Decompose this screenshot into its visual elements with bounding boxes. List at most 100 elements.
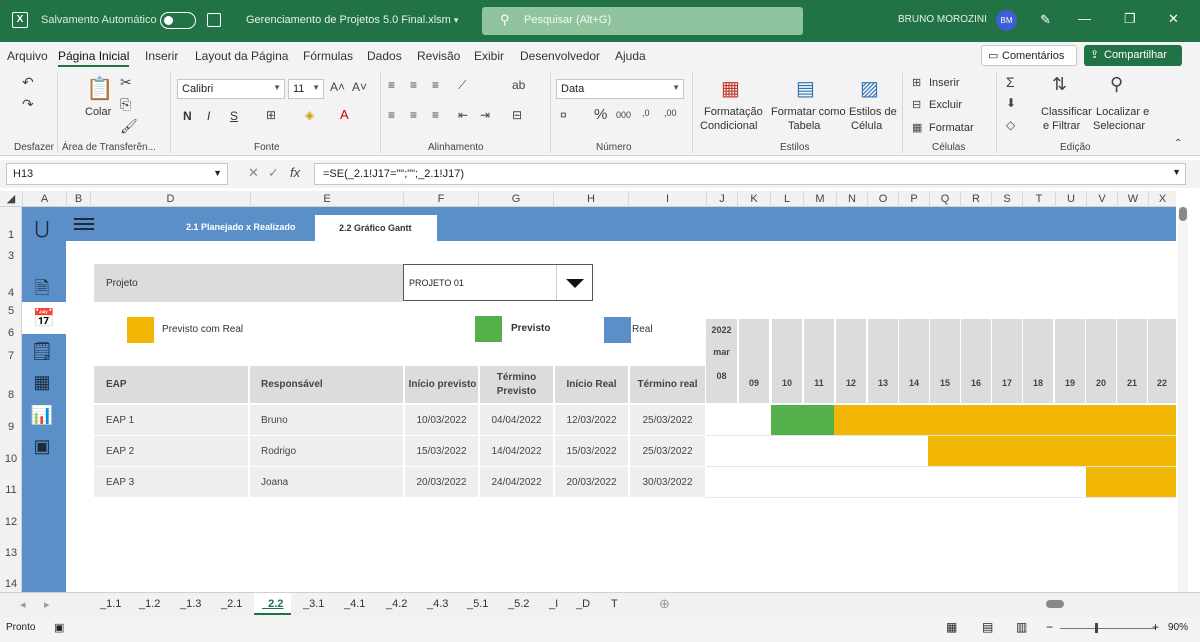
row-header[interactable]: 14 (0, 578, 22, 590)
bold-button[interactable]: N (183, 109, 192, 123)
cell-end-real[interactable]: 25/03/2022 (630, 404, 705, 435)
increase-indent-icon[interactable]: ⇥ (480, 108, 490, 122)
font-name-select[interactable]: Calibri ▼ (177, 79, 285, 99)
tab-exibir[interactable]: Exibir (474, 49, 504, 63)
column-header[interactable]: E (250, 191, 403, 207)
sheet-tab[interactable]: T (611, 598, 618, 610)
cell-start-real[interactable]: 20/03/2022 (555, 466, 628, 497)
column-header[interactable]: P (898, 191, 929, 207)
normal-view-icon[interactable]: ▦ (946, 620, 957, 634)
column-header[interactable]: G (478, 191, 553, 207)
conditional-format-label-1[interactable]: Formatação (704, 106, 763, 118)
cancel-icon[interactable]: ✕ (248, 165, 259, 181)
horizontal-scrollbar[interactable] (1038, 600, 1158, 608)
cell-styles-label-2[interactable]: Célula (851, 120, 882, 132)
cell-start-planned[interactable]: 15/03/2022 (405, 435, 478, 466)
align-right-icon[interactable]: ≡ (432, 108, 439, 122)
pen-icon[interactable]: ✎ (1040, 12, 1051, 28)
sheet-tab[interactable]: _4.2 (386, 598, 407, 610)
align-center-icon[interactable]: ≡ (410, 108, 417, 122)
scroll-tabs-right-icon[interactable]: ▸ (44, 598, 50, 611)
share-button[interactable]: ⇪ Compartilhar (1084, 45, 1182, 66)
cell-start-real[interactable]: 15/03/2022 (555, 435, 628, 466)
delete-cells-icon[interactable]: ⊟ (912, 98, 921, 111)
save-icon[interactable] (207, 13, 221, 27)
row-header[interactable]: 11 (0, 484, 22, 496)
document-edit-icon[interactable]: 🗎 (29, 275, 55, 301)
merge-center-icon[interactable]: ⊟ (512, 108, 522, 122)
align-bottom-icon[interactable]: ≡ (432, 78, 439, 92)
row-header[interactable]: 12 (0, 516, 22, 528)
autosave-toggle[interactable] (160, 12, 196, 29)
row-header[interactable]: 10 (0, 453, 22, 465)
wrap-text-icon[interactable]: ab (512, 78, 525, 92)
column-header[interactable]: H (553, 191, 628, 207)
sheet-tab[interactable]: _I (549, 598, 558, 610)
search-box[interactable]: ⚲ Pesquisar (Alt+G) (482, 7, 803, 35)
tab-pagina-inicial[interactable]: Página Inicial (58, 49, 129, 63)
format-cells-label[interactable]: Formatar (929, 122, 974, 134)
row-header[interactable]: 13 (0, 547, 22, 559)
align-left-icon[interactable]: ≡ (388, 108, 395, 122)
cell-responsible[interactable]: Joana (250, 466, 403, 497)
format-table-label-2[interactable]: Tabela (788, 120, 820, 132)
undo-icon[interactable]: ↶ (22, 74, 34, 91)
underline-button[interactable]: S (230, 109, 238, 123)
row-header[interactable]: 5 (0, 305, 22, 317)
column-header[interactable]: K (737, 191, 770, 207)
row-header[interactable]: 3 (0, 250, 22, 262)
format-table-label-1[interactable]: Formatar como (771, 106, 846, 118)
dashboard-icon[interactable]: ▣ (29, 433, 55, 459)
tab-inserir[interactable]: Inserir (145, 49, 178, 63)
tab-desenvolvedor[interactable]: Desenvolvedor (520, 49, 600, 63)
cell-start-real[interactable]: 12/03/2022 (555, 404, 628, 435)
name-box[interactable]: H13 ▼ (6, 163, 228, 185)
align-top-icon[interactable]: ≡ (388, 78, 395, 92)
add-sheet-icon[interactable]: ⊕ (659, 596, 670, 612)
italic-button[interactable]: I (207, 109, 210, 123)
percent-icon[interactable]: % (594, 106, 607, 123)
column-header[interactable]: Q (929, 191, 960, 207)
column-header[interactable]: O (867, 191, 898, 207)
page-break-icon[interactable]: ▥ (1016, 620, 1027, 634)
cell-end-planned[interactable]: 24/04/2022 (480, 466, 553, 497)
sheet-tab[interactable]: _1.2 (139, 598, 160, 610)
cell-end-planned[interactable]: 14/04/2022 (480, 435, 553, 466)
spreadsheet-icon[interactable]: ▦ (29, 369, 55, 395)
avatar[interactable]: BM (996, 10, 1017, 31)
zoom-level[interactable]: 90% (1168, 622, 1188, 633)
format-table-icon[interactable]: ▤ (796, 76, 815, 101)
column-header[interactable]: A (22, 191, 66, 207)
fill-icon[interactable]: ⬇ (1006, 96, 1016, 110)
column-header[interactable]: D (90, 191, 250, 207)
row-header[interactable]: 1 (0, 229, 22, 241)
menu-icon[interactable] (74, 218, 94, 230)
insert-cells-icon[interactable]: ⊞ (912, 76, 921, 89)
find-select-icon[interactable]: ⚲ (1110, 74, 1123, 95)
tab-gantt[interactable]: 2.2 Gráfico Gantt (315, 215, 437, 241)
row-header[interactable]: 6 (0, 327, 22, 339)
cell-eap[interactable]: EAP 1 (94, 404, 248, 435)
sheet-tab[interactable]: _D (576, 598, 590, 610)
column-header[interactable]: W (1117, 191, 1148, 207)
cell-start-planned[interactable]: 10/03/2022 (405, 404, 478, 435)
column-header[interactable]: F (403, 191, 478, 207)
row-header[interactable]: 4 (0, 287, 22, 299)
tab-dados[interactable]: Dados (367, 49, 402, 63)
cell-end-planned[interactable]: 04/04/2022 (480, 404, 553, 435)
cell-responsible[interactable]: Rodrigo (250, 435, 403, 466)
orientation-icon[interactable]: ⟋ (458, 78, 466, 93)
cell-start-planned[interactable]: 20/03/2022 (405, 466, 478, 497)
sheet-tab[interactable]: _4.3 (427, 598, 448, 610)
sheet-tab[interactable]: _3.1 (303, 598, 324, 610)
tab-formulas[interactable]: Fórmulas (303, 49, 353, 63)
increase-decimal-icon[interactable]: ,0 (642, 108, 650, 118)
paste-icon[interactable]: 📋 (86, 76, 113, 102)
number-format-select[interactable]: Data ▼ (556, 79, 684, 99)
scroll-thumb[interactable] (1046, 600, 1064, 608)
redo-icon[interactable]: ↷ (22, 96, 34, 113)
comments-button[interactable]: ▭ Comentários (981, 45, 1077, 66)
row-header[interactable]: 8 (0, 389, 22, 401)
grow-font-icon[interactable]: A˄ (330, 80, 345, 94)
sheet-tab[interactable]: _1.3 (180, 598, 201, 610)
